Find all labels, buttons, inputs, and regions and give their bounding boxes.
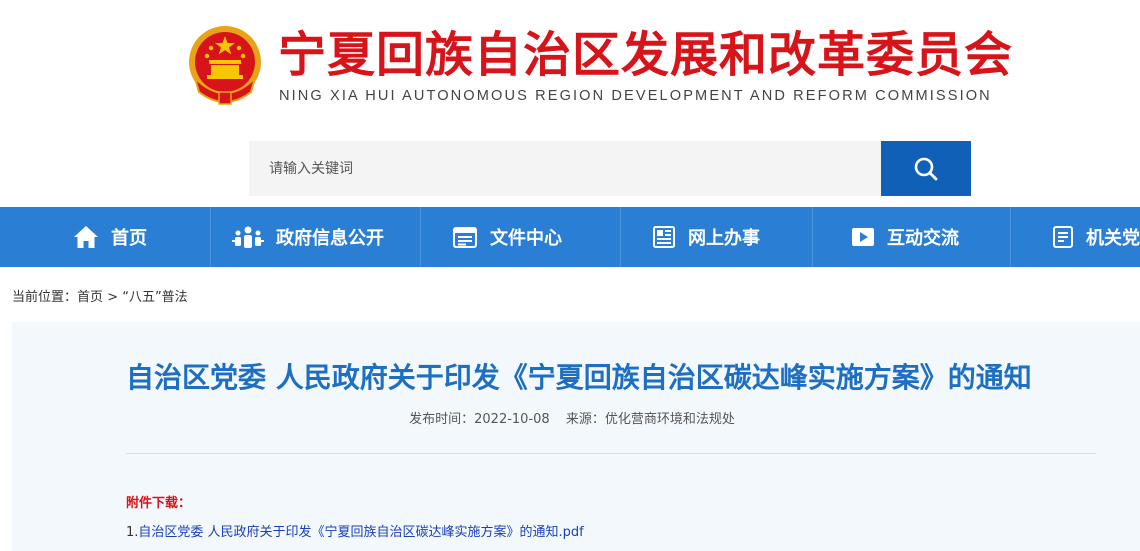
nav-item-party[interactable]: 机关党 <box>1052 207 1140 267</box>
national-emblem-icon <box>189 26 261 105</box>
breadcrumb-separator: > <box>103 290 123 305</box>
search-bar <box>249 141 971 196</box>
nav-item-label: 网上办事 <box>688 228 760 249</box>
nav-item-label: 政府信息公开 <box>276 228 384 249</box>
nav-divider <box>1010 207 1011 267</box>
publish-date: 发布时间：2022-10-08 <box>409 412 550 427</box>
nav-divider <box>420 207 421 267</box>
publish-date-label: 发布时间： <box>409 412 475 427</box>
site-header: 宁夏回族自治区发展和改革委员会 NING XIA HUI AUTONOMOUS … <box>0 0 1140 130</box>
site-title: 宁夏回族自治区发展和改革委员会 <box>278 27 1014 83</box>
nav-item-label: 互动交流 <box>887 228 959 249</box>
article-panel: 自治区党委 人民政府关于印发《宁夏回族自治区碳达峰实施方案》的通知 发布时间：2… <box>12 322 1140 551</box>
nav-item-label: 文件中心 <box>490 228 562 249</box>
publish-date-value: 2022-10-08 <box>474 412 550 427</box>
source-value: 优化营商环境和法规处 <box>604 412 735 427</box>
breadcrumb-home-link[interactable]: 首页 <box>77 290 103 305</box>
list-doc-icon <box>1053 226 1073 248</box>
people-info-icon <box>232 226 264 248</box>
search-input[interactable] <box>249 141 881 196</box>
newspaper-icon <box>653 226 675 248</box>
main-nav: 首页 政府信息公开 文件中心 网上办事 互动交流 机关党 <box>0 207 1140 267</box>
home-icon <box>74 226 98 248</box>
breadcrumb: 当前位置：首页 > “八五”普法 <box>12 286 188 305</box>
nav-item-online-service[interactable]: 网上办事 <box>652 207 760 267</box>
nav-item-gov-info[interactable]: 政府信息公开 <box>232 207 384 267</box>
nav-item-label: 首页 <box>111 228 147 249</box>
attachments-heading: 附件下载： <box>126 496 192 511</box>
attachment-item: 1.自治区党委 人民政府关于印发《宁夏回族自治区碳达峰实施方案》的通知.pdf <box>126 521 584 540</box>
source-label: 来源： <box>565 412 605 427</box>
attachment-link[interactable]: 自治区党委 人民政府关于印发《宁夏回族自治区碳达峰实施方案》的通知.pdf <box>138 525 583 540</box>
breadcrumb-prefix: 当前位置： <box>12 290 78 305</box>
play-icon <box>852 228 874 246</box>
search-icon <box>914 157 938 180</box>
nav-item-label: 机关党 <box>1086 228 1140 249</box>
nav-item-file-center[interactable]: 文件中心 <box>452 207 562 267</box>
content-divider <box>126 453 1096 454</box>
nav-divider <box>210 207 211 267</box>
search-button[interactable] <box>881 141 971 196</box>
article-meta: 发布时间：2022-10-08 来源：优化营商环境和法规处 <box>12 408 1132 427</box>
article-source: 来源：优化营商环境和法规处 <box>566 412 735 427</box>
nav-divider <box>620 207 621 267</box>
nav-item-interaction[interactable]: 互动交流 <box>851 207 959 267</box>
article-title: 自治区党委 人民政府关于印发《宁夏回族自治区碳达峰实施方案》的通知 <box>126 361 1032 394</box>
site-subtitle: NING XIA HUI AUTONOMOUS REGION DEVELOPME… <box>279 88 992 104</box>
attachment-index: 1. <box>126 525 139 540</box>
nav-divider <box>812 207 813 267</box>
nav-item-home[interactable]: 首页 <box>73 207 147 267</box>
breadcrumb-current-link[interactable]: “八五”普法 <box>122 290 187 305</box>
document-icon <box>453 227 477 248</box>
